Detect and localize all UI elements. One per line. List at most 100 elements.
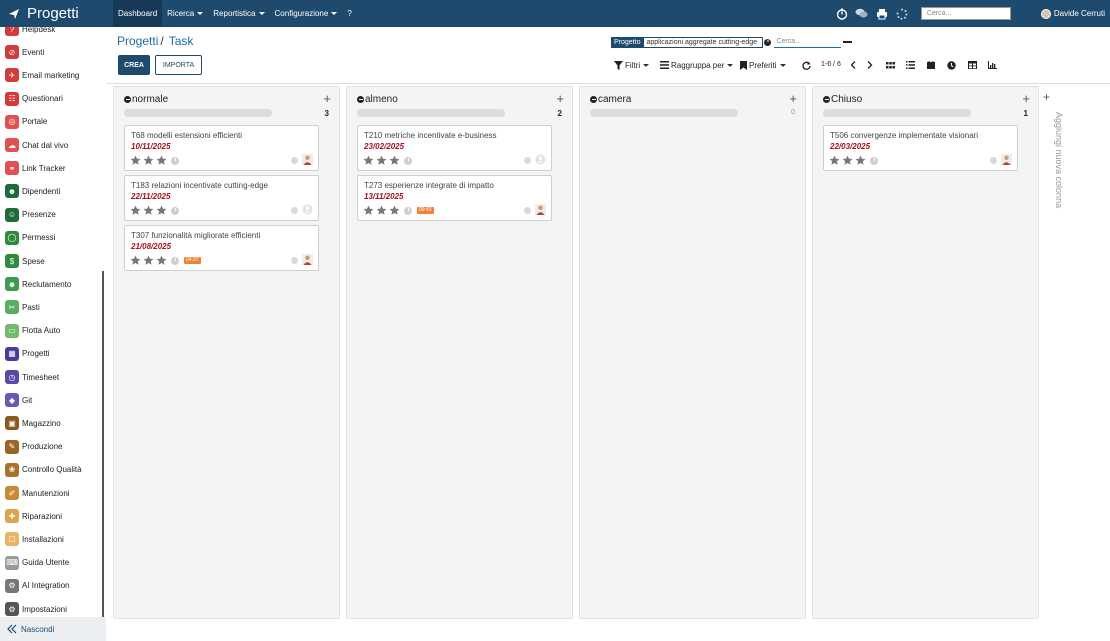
kanban-state-icon[interactable] [291, 257, 298, 264]
sidebar-item[interactable]: ⚭ Link Tracker [0, 159, 102, 177]
priority-star-icon[interactable] [143, 255, 154, 266]
priority-star-icon[interactable] [389, 155, 400, 166]
chat-icon[interactable] [855, 7, 869, 21]
activity-clock-icon[interactable] [171, 206, 179, 215]
kanban-view-icon[interactable] [884, 59, 896, 71]
fold-column-icon[interactable] [357, 96, 364, 103]
fold-column-icon[interactable] [124, 96, 131, 103]
sidebar-item[interactable]: ✎ Produzione [0, 438, 102, 456]
quick-create-icon[interactable]: + [556, 91, 564, 106]
activity-clock-icon[interactable] [870, 156, 878, 165]
menu-configurazione[interactable]: Configurazione [270, 0, 343, 27]
import-button[interactable]: IMPORTA [155, 55, 202, 75]
column-header[interactable]: camera [590, 94, 631, 105]
priority-star-icon[interactable] [363, 155, 374, 166]
sidebar-item[interactable]: ✂ Pasti [0, 298, 102, 316]
sidebar-item[interactable]: ☁ Chat dal vivo [0, 136, 102, 154]
favorites-dropdown[interactable]: Preferiti [740, 59, 786, 71]
sidebar-item[interactable]: ▦ Progetti [0, 345, 102, 363]
sidebar-item[interactable]: ☺ Presenze [0, 206, 102, 224]
priority-star-icon[interactable] [156, 205, 167, 216]
sidebar-item[interactable]: ◷ Timesheet [0, 368, 102, 386]
priority-star-icon[interactable] [829, 155, 840, 166]
column-header[interactable]: Chiuso [823, 94, 862, 105]
column-header[interactable]: normale [124, 94, 168, 105]
priority-star-icon[interactable] [855, 155, 866, 166]
priority-star-icon[interactable] [143, 155, 154, 166]
search-input[interactable]: Cerca... [774, 36, 841, 48]
timer-icon[interactable] [835, 7, 849, 21]
breadcrumb-parent[interactable]: Progetti [117, 34, 158, 48]
task-card[interactable]: T307 funzionalità migliorate efficienti 2… [124, 225, 319, 271]
priority-star-icon[interactable] [156, 155, 167, 166]
priority-star-icon[interactable] [143, 205, 154, 216]
app-brand[interactable]: Progetti [0, 0, 113, 27]
hide-sidebar-button[interactable]: Nascondi [0, 617, 106, 641]
priority-star-icon[interactable] [363, 205, 374, 216]
priority-star-icon[interactable] [156, 255, 167, 266]
groupby-dropdown[interactable]: Raggruppa per [660, 59, 734, 71]
sidebar-item[interactable]: ⚙ Impostazioni [0, 600, 102, 618]
activity-clock-icon[interactable] [404, 156, 412, 165]
sidebar-item[interactable]: ? Helpdesk [0, 27, 102, 38]
pivot-view-icon[interactable] [966, 59, 978, 71]
create-button[interactable]: CREA [118, 55, 150, 75]
quick-create-icon[interactable]: + [789, 91, 797, 106]
filters-dropdown[interactable]: Filtri [614, 59, 650, 71]
sidebar-item[interactable]: ☻ Dipendenti [0, 182, 102, 200]
task-card[interactable]: T210 metriche incentivate e-business 23/0… [357, 125, 552, 171]
sidebar-item[interactable]: ✈ Email marketing [0, 66, 102, 84]
kanban-state-icon[interactable] [524, 157, 531, 164]
activity-clock-icon[interactable] [171, 156, 179, 165]
kanban-state-icon[interactable] [291, 157, 298, 164]
fold-column-icon[interactable] [823, 96, 830, 103]
pager-value[interactable]: 1-6 / 6 [821, 61, 841, 68]
menu-help[interactable]: ? [342, 0, 356, 27]
column-header[interactable]: almeno [357, 94, 398, 105]
sidebar-item[interactable]: ◯ Permessi [0, 229, 102, 247]
sidebar-scrollbar[interactable] [102, 271, 104, 641]
menu-ricerca[interactable]: Ricerca [162, 0, 208, 27]
pager-next-icon[interactable] [864, 59, 876, 71]
menu-reportistica[interactable]: Reportistica [208, 0, 269, 27]
sidebar-item[interactable]: ▣ Magazzino [0, 414, 102, 432]
search-facet[interactable]: Progetto applicazioni aggregate cutting-… [611, 36, 772, 48]
task-card[interactable]: T273 esperienze integrate di impatto 13/1… [357, 175, 552, 221]
activity-clock-icon[interactable] [171, 256, 179, 265]
menu-dashboard[interactable]: Dashboard [113, 0, 163, 27]
task-card[interactable]: T506 convergenze implementate visionari 2… [823, 125, 1018, 171]
activity-clock-icon[interactable] [404, 206, 412, 215]
sidebar-item[interactable]: ▭ Flotta Auto [0, 322, 102, 340]
sidebar-item[interactable]: ◆ Git [0, 391, 102, 409]
sidebar-item[interactable]: ⚙ AI Integration [0, 577, 102, 595]
priority-star-icon[interactable] [376, 205, 387, 216]
fold-column-icon[interactable] [590, 96, 597, 103]
refresh-icon[interactable] [800, 59, 812, 71]
quick-create-icon[interactable]: + [323, 91, 331, 106]
printer-icon[interactable] [875, 7, 889, 21]
priority-star-icon[interactable] [389, 205, 400, 216]
quick-create-icon[interactable]: + [1022, 91, 1030, 106]
global-search-input[interactable]: Cerca... [920, 7, 1011, 20]
sidebar-item[interactable]: $ Spese [0, 252, 102, 270]
pager-previous-icon[interactable] [847, 59, 859, 71]
sidebar-item[interactable]: ⊘ Eventi [0, 43, 102, 61]
task-card[interactable]: T183 relazioni incentivate cutting-edge 2… [124, 175, 319, 221]
search-options-toggle[interactable] [843, 41, 852, 43]
priority-star-icon[interactable] [130, 155, 141, 166]
kanban-state-icon[interactable] [291, 207, 298, 214]
activity-view-icon[interactable] [945, 59, 957, 71]
sidebar-item[interactable]: ◎ Portale [0, 113, 102, 131]
sidebar-item[interactable]: ⌨ Guida Utente [0, 554, 102, 572]
sidebar-item[interactable]: ☷ Questionari [0, 90, 102, 108]
priority-star-icon[interactable] [376, 155, 387, 166]
priority-star-icon[interactable] [842, 155, 853, 166]
priority-star-icon[interactable] [130, 205, 141, 216]
sidebar-item[interactable]: ☐ Installazioni [0, 530, 102, 548]
graph-view-icon[interactable] [986, 59, 998, 71]
kanban-state-icon[interactable] [990, 157, 997, 164]
list-view-icon[interactable] [904, 59, 916, 71]
sidebar-item[interactable]: ✐ Manutenzioni [0, 484, 102, 502]
sidebar-item[interactable]: ✚ Riparazioni [0, 507, 102, 525]
user-menu[interactable]: Davide Cerruti [1040, 8, 1105, 19]
